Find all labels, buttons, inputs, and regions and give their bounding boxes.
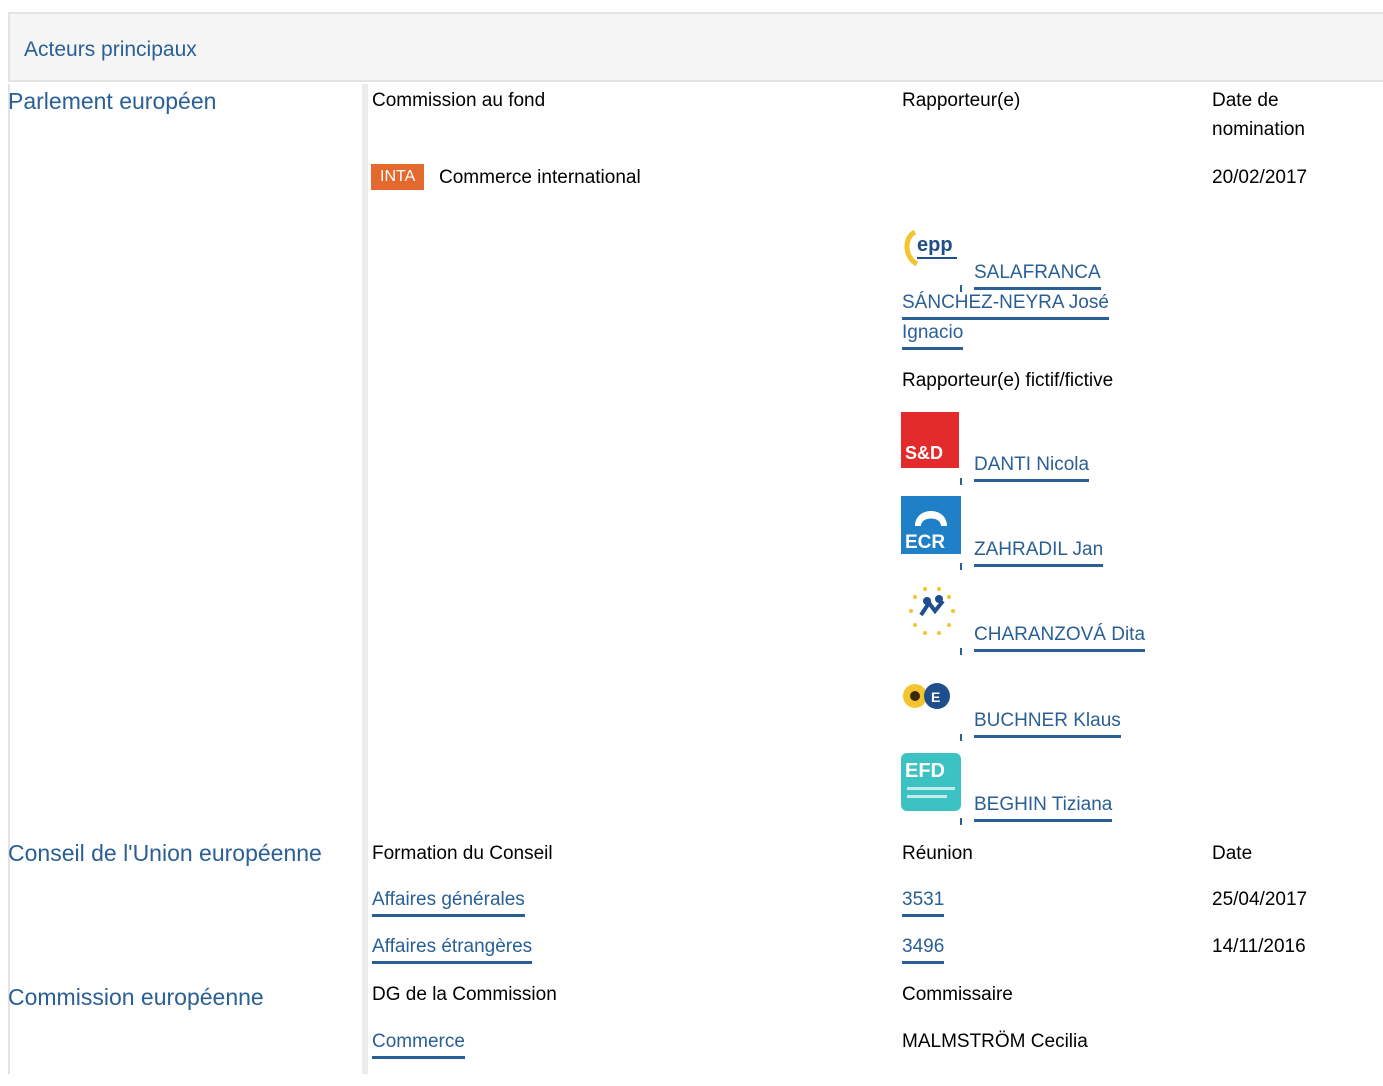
epp-logo-icon: epp: [904, 229, 957, 267]
col-dg-header: DG de la Commission: [372, 984, 557, 1005]
col-meeting-header: Réunion: [902, 843, 973, 864]
svg-text:E: E: [931, 689, 940, 705]
council-meeting-link[interactable]: 3496: [902, 932, 945, 964]
council-date: 14/11/2016: [1212, 936, 1306, 957]
link-tick: [960, 478, 962, 485]
commission-dg-link[interactable]: Commerce: [372, 1027, 465, 1059]
col-rapporteur-header: Rapporteur(e): [902, 90, 1021, 111]
council-formation-link[interactable]: Affaires générales: [372, 885, 525, 917]
col-commissioner-header: Commissaire: [902, 984, 1013, 1005]
col-committee-header: Commission au fond: [372, 90, 546, 111]
ecr-logo-icon: ECR: [901, 496, 961, 554]
shadow-link-buchner[interactable]: BUCHNER Klaus: [974, 706, 1121, 738]
rapporteur-link-line1[interactable]: SALAFRANCA: [974, 258, 1101, 290]
svg-text:ECR: ECR: [905, 532, 945, 553]
committee-date: 20/02/2017: [1212, 167, 1308, 188]
col-date-header: Date de nomination: [1212, 90, 1305, 140]
committee-name: Commerce international: [439, 167, 641, 188]
sd-logo-icon: S&D: [901, 412, 959, 468]
commissioner-name: MALMSTRÖM Cecilia: [902, 1031, 1088, 1052]
shadow-rapporteur-label: Rapporteur(e) fictif/fictive: [902, 370, 1114, 391]
shadow-link-zahradil[interactable]: ZAHRADIL Jan: [974, 535, 1104, 567]
shadow-link-charanzova[interactable]: CHARANZOVÁ Dita: [974, 620, 1146, 652]
efd-logo-icon: EFD: [901, 753, 961, 811]
link-tick: [960, 563, 962, 570]
section-title: Acteurs principaux: [24, 38, 197, 61]
shadow-link-danti[interactable]: DANTI Nicola: [974, 450, 1090, 482]
council-label: Conseil de l'Union européenne: [8, 840, 322, 866]
council-formation-link[interactable]: Affaires étrangères: [372, 932, 533, 964]
parliament-label: Parlement européen: [8, 88, 217, 114]
section-header: Acteurs principaux: [8, 12, 1383, 82]
svg-text:epp: epp: [917, 234, 953, 256]
link-tick: [960, 734, 962, 741]
rapporteur-link-line3[interactable]: Ignacio: [902, 318, 964, 350]
alde-logo-icon: [909, 587, 955, 635]
committee-badge: INTA: [371, 164, 425, 190]
greens-efa-logo-icon: E: [903, 683, 950, 709]
svg-text:EFD: EFD: [905, 760, 945, 782]
col-council-date-header: Date: [1212, 843, 1253, 864]
rapporteur-link-line2[interactable]: SÁNCHEZ-NEYRA José: [902, 288, 1109, 320]
svg-text:S&D: S&D: [905, 443, 943, 463]
commission-label: Commission européenne: [8, 984, 264, 1010]
shadow-link-beghin[interactable]: BEGHIN Tiziana: [974, 790, 1113, 822]
council-date: 25/04/2017: [1212, 889, 1308, 910]
council-meeting-link[interactable]: 3531: [902, 885, 945, 917]
col-formation-header: Formation du Conseil: [372, 843, 553, 864]
link-tick: [960, 648, 962, 655]
left-column: [8, 84, 368, 1074]
link-tick: [960, 818, 962, 825]
